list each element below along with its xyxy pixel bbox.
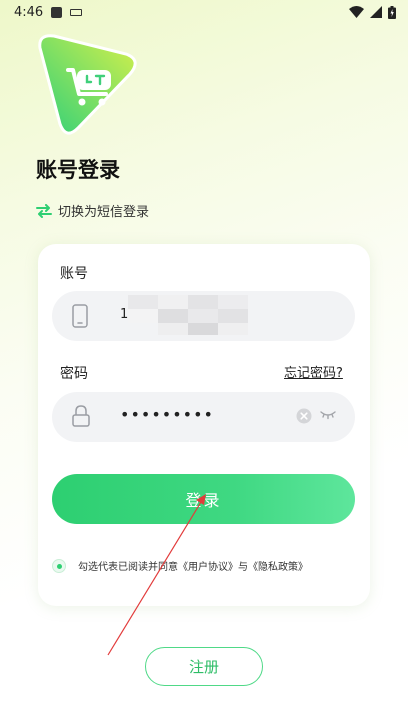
register-button[interactable]: 注册 (145, 647, 263, 686)
switch-sms-login-label: 切换为短信登录 (58, 205, 150, 220)
switch-sms-login[interactable]: 切换为短信登录 (36, 201, 149, 220)
forgot-password-link[interactable]: 忘记密码? (284, 362, 343, 381)
password-label: 密码 (60, 366, 88, 382)
phone-icon (72, 304, 88, 328)
account-input[interactable]: 1 (52, 291, 355, 341)
battery-icon (388, 5, 396, 19)
page-title: 账号登录 (36, 158, 120, 182)
clear-icon[interactable] (296, 408, 312, 424)
lock-icon (72, 405, 90, 427)
status-time: 4:46 (14, 4, 44, 20)
eye-closed-icon[interactable] (320, 409, 336, 421)
agreement-row: 勾选代表已阅读并同意《用户协议》与《隐私政策》 (52, 558, 308, 573)
notification-app-icon (51, 6, 63, 18)
login-card: 账号 1 密码 忘记密码? ••••••••• 登录 勾选代表已阅读并同意《用户… (38, 244, 370, 606)
wifi-icon (349, 6, 364, 18)
password-input[interactable]: ••••••••• (52, 392, 355, 442)
swap-icon (36, 203, 52, 218)
account-label: 账号 (60, 266, 88, 282)
agreement-checkbox[interactable] (52, 558, 66, 573)
login-button[interactable]: 登录 (52, 474, 355, 524)
password-value: ••••••••• (120, 405, 214, 424)
app-logo (38, 34, 137, 135)
status-bar: 4:46 (0, 0, 408, 24)
agreement-text[interactable]: 勾选代表已阅读并同意《用户协议》与《隐私政策》 (78, 558, 308, 573)
keyboard-icon (70, 8, 83, 16)
signal-icon (370, 6, 382, 18)
privacy-mosaic (128, 295, 250, 337)
